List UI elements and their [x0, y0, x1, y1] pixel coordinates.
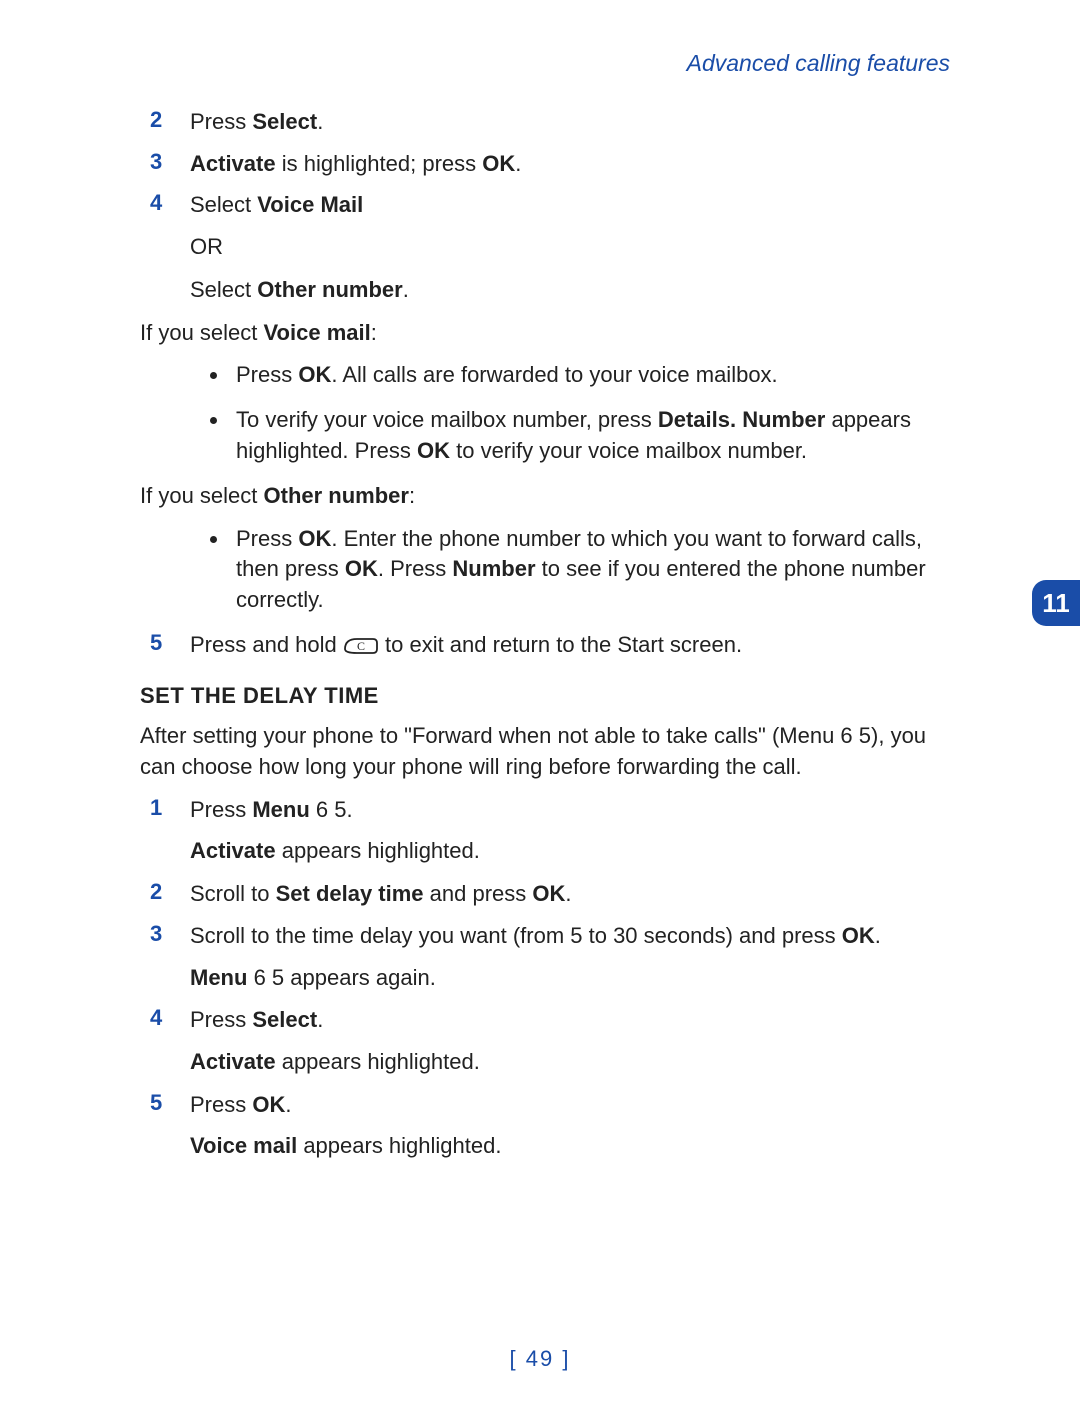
chapter-header: Advanced calling features — [140, 50, 960, 77]
step-number: 4 — [140, 190, 190, 216]
bullet-item: Press OK. All calls are forwarded to you… — [230, 360, 960, 391]
c-key-icon: C — [343, 631, 379, 661]
step-number: 2 — [140, 107, 190, 133]
step-text-after: to exit and return to the Start screen. — [385, 632, 742, 657]
numbered-step: 4Press Select. — [140, 1005, 960, 1035]
numbered-step: 5Press OK. — [140, 1090, 960, 1120]
section-heading: SET THE DELAY TIME — [140, 683, 960, 709]
step-sub-text: Voice mail appears highlighted. — [190, 1131, 960, 1162]
step-number: 4 — [140, 1005, 190, 1031]
step-sub-text: Activate appears highlighted. — [190, 1047, 960, 1078]
or-line: OR — [190, 232, 960, 263]
step-number: 5 — [140, 1090, 190, 1116]
step-text: Press OK. — [190, 1090, 960, 1120]
select-other-line: Select Other number. — [190, 275, 960, 306]
step-number: 5 — [140, 630, 190, 656]
numbered-step: 4Select Voice Mail — [140, 190, 960, 220]
step-text: Press Menu 6 5. — [190, 795, 960, 825]
numbered-step: 2Press Select. — [140, 107, 960, 137]
step-5-exit: 5 Press and hold C to exit and return to… — [140, 630, 960, 661]
numbered-step: 3Scroll to the time delay you want (from… — [140, 921, 960, 951]
step-number: 2 — [140, 879, 190, 905]
step-text-before: Press and hold — [190, 632, 343, 657]
step-text: Scroll to Set delay time and press OK. — [190, 879, 960, 909]
step-number: 3 — [140, 149, 190, 175]
step-text: Press Select. — [190, 1005, 960, 1035]
numbered-step: 2Scroll to Set delay time and press OK. — [140, 879, 960, 909]
step-sub-text: Activate appears highlighted. — [190, 836, 960, 867]
numbered-step: 1Press Menu 6 5. — [140, 795, 960, 825]
bullet-item: To verify your voice mailbox number, pre… — [230, 405, 960, 467]
step-number: 1 — [140, 795, 190, 821]
if-voice-mail: If you select Voice mail: — [140, 318, 960, 349]
if-other-number: If you select Other number: — [140, 481, 960, 512]
step-sub-text: Menu 6 5 appears again. — [190, 963, 960, 994]
step-text: Scroll to the time delay you want (from … — [190, 921, 960, 951]
svg-text:C: C — [357, 639, 365, 653]
step-number: 3 — [140, 921, 190, 947]
page-number: [ 49 ] — [0, 1346, 1080, 1372]
bullet-item: Press OK. Enter the phone number to whic… — [230, 524, 960, 616]
step-text: Select Voice Mail — [190, 190, 960, 220]
step-text: Press Select. — [190, 107, 960, 137]
step-text: Activate is highlighted; press OK. — [190, 149, 960, 179]
numbered-step: 3Activate is highlighted; press OK. — [140, 149, 960, 179]
delay-intro: After setting your phone to "Forward whe… — [140, 721, 960, 783]
